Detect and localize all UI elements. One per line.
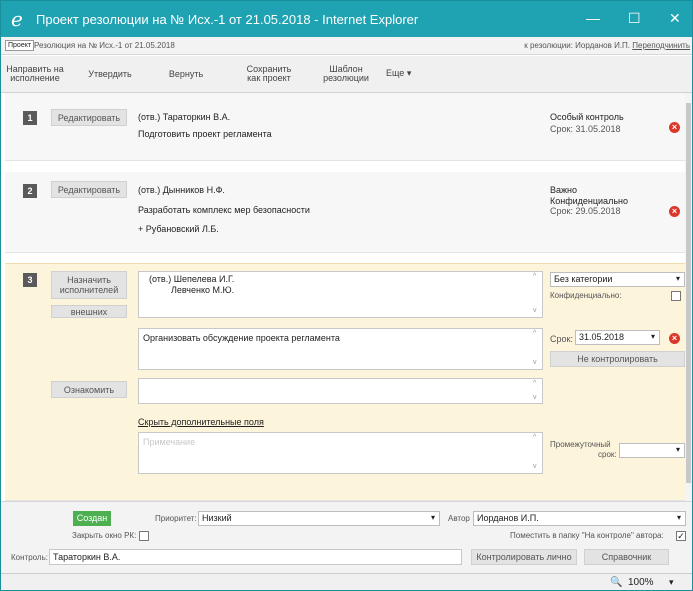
category-select[interactable]: Без категории ▾ (550, 272, 685, 287)
browser-window: e Проект резолюции на № Исх.-1 от 21.05.… (0, 0, 693, 591)
executor-item[interactable]: Левченко М.Ю. (171, 285, 234, 295)
item-number: 3 (23, 273, 37, 287)
scrollbar[interactable]: ^ v (533, 330, 541, 368)
priority-label: Приоритет: (155, 514, 197, 523)
importance: Важно (550, 185, 578, 195)
assign-executors-button[interactable]: Назначить исполнителей (51, 271, 127, 299)
acquaint-button[interactable]: Ознакомить (51, 381, 127, 398)
return-button[interactable]: Вернуть (161, 56, 211, 92)
control-value: Тараторкин В.А. (53, 552, 121, 562)
chevron-down-icon: ▾ (675, 445, 680, 454)
document-header: Проект Резолюция на № Исх.-1 от 21.05.20… (1, 37, 692, 55)
note-textarea[interactable]: Примечание ^ v (138, 432, 543, 474)
responsible-executor: (отв.) Дынников Н.Ф. (138, 185, 225, 195)
no-control-button[interactable]: Не контролировать (550, 351, 685, 367)
deadline: Срок: 31.05.2018 (550, 124, 621, 134)
chevron-down-icon: ▾ (650, 332, 655, 341)
resolution-editor: 3 Назначить исполнителей внешних (отв.) … (5, 263, 685, 501)
category-value: Без категории (554, 274, 613, 284)
deadline: Срок: 29.05.2018 (550, 206, 621, 216)
priority-value: Низкий (202, 513, 232, 523)
resolution-template-button[interactable]: Шаблон резолюции (317, 56, 375, 92)
control-type: Особый контроль (550, 112, 624, 122)
delete-icon[interactable]: × (669, 206, 680, 217)
interim-deadline-label-2: срок: (598, 450, 617, 459)
edit-button[interactable]: Редактировать (51, 181, 127, 198)
close-rk-label: Закрыть окно РК: (72, 531, 137, 540)
author-select[interactable]: Иорданов И.П. ▾ (473, 511, 686, 526)
close-icon[interactable]: ✕ (669, 10, 681, 27)
parent-resolution-text: к резолюции: Иорданов И.П. (524, 41, 631, 50)
breadcrumb: Резолюция на № Исх.-1 от 21.05.2018 (34, 41, 175, 50)
scrollbar[interactable]: ^ v (533, 434, 541, 472)
deadline-label: Срок: (550, 334, 573, 344)
control-field[interactable]: Тараторкин В.А. (49, 549, 462, 565)
task-textarea[interactable]: Организовать обсуждение проекта регламен… (138, 328, 543, 370)
delete-icon[interactable]: × (669, 122, 680, 133)
scrollbar-thumb[interactable] (686, 103, 691, 483)
delete-icon[interactable]: × (669, 333, 680, 344)
control-label: Контроль: (11, 553, 48, 562)
author-label: Автор (448, 514, 470, 523)
project-tag: Проект (5, 40, 35, 51)
edit-button[interactable]: Редактировать (51, 109, 127, 126)
zoom-dropdown-icon[interactable]: ▾ (669, 577, 674, 588)
hide-extra-fields-link[interactable]: Скрыть дополнительные поля (138, 417, 264, 427)
note-placeholder: Примечание (143, 437, 196, 447)
confidential-label: Конфиденциально: (550, 291, 622, 300)
toolbar: Направить на исполнение Утвердить Вернут… (1, 56, 692, 93)
status-badge: Создан (73, 511, 111, 526)
item-number: 2 (23, 184, 37, 198)
deadline-select[interactable]: 31.05.2018 ▾ (575, 330, 660, 345)
internet-explorer-icon: e (11, 7, 23, 31)
save-as-project-button[interactable]: Сохранить как проект (239, 56, 299, 92)
responsible-executor: (отв.) Тараторкин В.А. (138, 112, 231, 122)
put-on-control-checkbox[interactable]: ✓ (676, 531, 686, 541)
close-rk-checkbox[interactable] (139, 531, 149, 541)
reference-button[interactable]: Справочник (584, 549, 669, 565)
maximize-icon[interactable]: ☐ (628, 10, 641, 27)
chevron-down-icon: ▾ (675, 274, 680, 283)
executors-field[interactable]: (отв.) Шепелева И.Г. Левченко М.Ю. ^ v (138, 271, 543, 318)
executor-item[interactable]: (отв.) Шепелева И.Г. (149, 274, 234, 284)
scrollbar[interactable]: ^ v (533, 380, 541, 402)
resolution-items: 1 Редактировать (отв.) Тараторкин В.А. П… (5, 93, 685, 501)
resolution-item: 2 Редактировать (отв.) Дынников Н.Ф. Раз… (5, 172, 685, 253)
control-personally-button[interactable]: Контролировать лично (471, 549, 577, 565)
privacy: Конфиденциально (550, 196, 628, 206)
priority-select[interactable]: Низкий ▾ (198, 511, 440, 526)
resolution-item: 1 Редактировать (отв.) Тараторкин В.А. П… (5, 93, 685, 161)
send-to-execution-button[interactable]: Направить на исполнение (5, 56, 65, 92)
put-on-control-label: Поместить в папку "На контроле" автора: (510, 531, 664, 540)
external-executors-button[interactable]: внешних (51, 305, 127, 318)
item-number: 1 (23, 111, 37, 125)
task-text: Разработать комплекс мер безопасности (138, 205, 310, 215)
content-scrollbar[interactable] (685, 93, 692, 501)
scrollbar[interactable]: ^ v (533, 273, 541, 316)
window-title: Проект резолюции на № Исх.-1 от 21.05.20… (36, 12, 419, 27)
confidential-checkbox[interactable] (671, 291, 681, 301)
parent-resolution: к резолюции: Иорданов И.П. Переподчинить (524, 41, 690, 50)
task-text: Организовать обсуждение проекта регламен… (143, 333, 340, 343)
acquaint-field[interactable]: ^ v (138, 378, 543, 404)
more-menu-button[interactable]: Еще ▾ (386, 68, 411, 79)
zoom-icon[interactable]: 🔍 (610, 577, 622, 588)
title-bar: e Проект резолюции на № Исх.-1 от 21.05.… (1, 1, 692, 37)
zoom-level[interactable]: 100% (628, 577, 654, 588)
resubordinate-link[interactable]: Переподчинить (632, 41, 690, 50)
task-text: Подготовить проект регламента (138, 129, 272, 139)
interim-deadline-label-1: Промежуточный (550, 440, 611, 449)
footer-panel: Создан Приоритет: Низкий ▾ Автор Иордано… (1, 501, 692, 573)
deadline-value: 31.05.2018 (579, 332, 625, 342)
author-value: Иорданов И.П. (477, 513, 539, 523)
chevron-down-icon: ▾ (676, 513, 681, 522)
approve-button[interactable]: Утвердить (85, 56, 135, 92)
minimize-icon[interactable]: — (586, 10, 600, 26)
interim-deadline-select[interactable]: ▾ (619, 443, 685, 458)
chevron-down-icon: ▾ (430, 513, 435, 522)
status-bar: 🔍 100% ▾ (1, 573, 692, 590)
coexecutor: + Рубановский Л.Б. (138, 224, 219, 234)
